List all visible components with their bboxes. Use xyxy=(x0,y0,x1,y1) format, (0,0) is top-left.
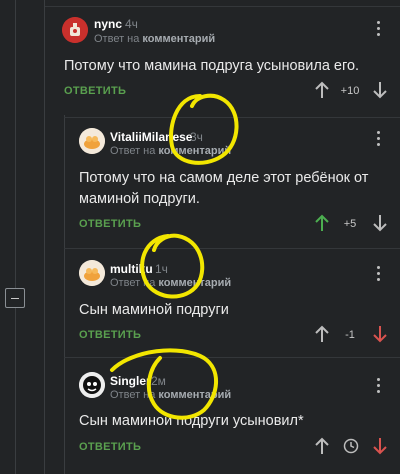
comment-text: Сын маминой подруги усыновил* xyxy=(79,413,304,429)
comment-score: +10 xyxy=(340,85,360,97)
reply-to: Ответ на комментарий xyxy=(110,145,231,157)
arrow-up-icon[interactable] xyxy=(314,81,330,99)
clock-icon xyxy=(343,438,359,454)
divider xyxy=(64,117,400,118)
avatar-image xyxy=(79,128,105,154)
reply-target-link[interactable]: комментарий xyxy=(158,389,231,401)
divider xyxy=(64,248,400,249)
arrow-up-icon[interactable] xyxy=(314,325,330,343)
avatar-image xyxy=(62,17,88,43)
reply-button[interactable]: ОТВЕТИТЬ xyxy=(79,441,141,453)
reply-button[interactable]: ОТВЕТИТЬ xyxy=(79,218,141,230)
comment-time: 2м xyxy=(151,374,166,388)
comment-author[interactable]: multiku xyxy=(110,262,153,276)
reply-target-link[interactable]: комментарий xyxy=(158,277,231,289)
comment-author[interactable]: Singler xyxy=(110,374,151,388)
thread-line-3 xyxy=(64,115,65,474)
comment-text-line: маминой подруги. xyxy=(79,191,200,207)
comment-time: 1ч xyxy=(155,262,168,276)
reply-target-link[interactable]: комментарий xyxy=(142,33,215,45)
comment-time: 3ч xyxy=(190,130,203,144)
arrow-down-icon[interactable] xyxy=(372,214,388,232)
collapse-thread-button[interactable] xyxy=(5,288,25,308)
arrow-down-icon[interactable] xyxy=(372,437,388,455)
reply-prefix: Ответ на xyxy=(110,389,156,401)
comment-text: Сын маминой подруги xyxy=(79,302,229,318)
arrow-up-icon[interactable] xyxy=(314,437,330,455)
avatar-image xyxy=(79,260,105,286)
comment-text: Потому что мамина подруга усыновила его. xyxy=(64,58,360,74)
arrow-up-icon[interactable] xyxy=(314,214,330,232)
reply-button[interactable]: ОТВЕТИТЬ xyxy=(64,85,126,97)
reply-to: Ответ на комментарий xyxy=(110,389,231,401)
comment-author[interactable]: nync xyxy=(94,17,122,31)
avatar[interactable] xyxy=(62,17,88,43)
reply-target-link[interactable]: комментарий xyxy=(158,145,231,157)
more-vertical-icon[interactable] xyxy=(377,21,380,39)
reply-prefix: Ответ на xyxy=(94,33,140,45)
avatar-image xyxy=(79,372,105,398)
reply-to: Ответ на комментарий xyxy=(94,33,215,45)
avatar[interactable] xyxy=(79,260,105,286)
comment-time: 4ч xyxy=(125,17,138,31)
more-vertical-icon[interactable] xyxy=(377,378,380,396)
comment-text-line: Потому что на самом деле этот ребёнок от xyxy=(79,170,369,186)
comment-score: +5 xyxy=(343,218,357,230)
reply-prefix: Ответ на xyxy=(110,277,156,289)
reply-prefix: Ответ на xyxy=(110,145,156,157)
avatar[interactable] xyxy=(79,372,105,398)
comment-score: -1 xyxy=(345,329,355,341)
arrow-down-icon[interactable] xyxy=(372,325,388,343)
thread-line-1 xyxy=(15,0,16,474)
avatar[interactable] xyxy=(79,128,105,154)
more-vertical-icon[interactable] xyxy=(377,266,380,284)
comment-author[interactable]: VitaliiMilanese xyxy=(110,130,192,144)
divider xyxy=(45,6,400,7)
more-vertical-icon[interactable] xyxy=(377,131,380,149)
divider xyxy=(64,357,400,358)
reply-button[interactable]: ОТВЕТИТЬ xyxy=(79,329,141,341)
reply-to: Ответ на комментарий xyxy=(110,277,231,289)
thread-line-2 xyxy=(44,0,45,474)
arrow-down-icon[interactable] xyxy=(372,81,388,99)
